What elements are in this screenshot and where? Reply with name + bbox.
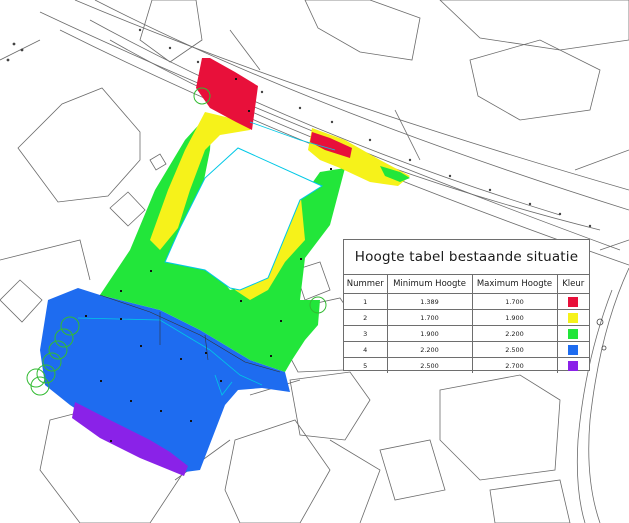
header-maximum-hoogte: Maximum Hoogte bbox=[471, 275, 558, 294]
row-nummer: 3 bbox=[344, 325, 388, 342]
header-nummer: Nummer bbox=[344, 275, 388, 294]
row-color bbox=[556, 293, 589, 310]
table-row: 3 1.900 2.200 bbox=[344, 325, 589, 342]
table-row: 4 2.200 2.500 bbox=[344, 341, 589, 358]
row-minimum: 1.700 bbox=[386, 309, 473, 326]
table-row: 5 2.500 2.700 bbox=[344, 357, 589, 373]
row-maximum: 2.200 bbox=[471, 325, 558, 342]
header-minimum-hoogte: Minimum Hoogte bbox=[386, 275, 473, 294]
header-kleur: Kleur bbox=[556, 275, 589, 294]
table-row: 1 1.389 1.700 bbox=[344, 293, 589, 310]
row-color bbox=[556, 309, 589, 326]
row-nummer: 4 bbox=[344, 341, 388, 358]
row-nummer: 1 bbox=[344, 293, 388, 310]
row-maximum: 1.700 bbox=[471, 293, 558, 310]
row-maximum: 1.900 bbox=[471, 309, 558, 326]
legend-title: Hoogte tabel bestaande situatie bbox=[344, 240, 589, 275]
row-minimum: 1.900 bbox=[386, 325, 473, 342]
color-swatch bbox=[568, 328, 579, 339]
row-minimum: 2.500 bbox=[386, 357, 473, 373]
row-minimum: 2.200 bbox=[386, 341, 473, 358]
table-row: 2 1.700 1.900 bbox=[344, 309, 589, 326]
color-swatch bbox=[568, 344, 579, 355]
color-swatch bbox=[568, 296, 579, 307]
row-maximum: 2.500 bbox=[471, 341, 558, 358]
color-swatch bbox=[568, 312, 579, 323]
color-swatch bbox=[568, 360, 579, 371]
row-minimum: 1.389 bbox=[386, 293, 473, 310]
row-color bbox=[556, 357, 589, 373]
height-legend: Hoogte tabel bestaande situatie Nummer M… bbox=[343, 239, 590, 373]
row-nummer: 5 bbox=[344, 357, 388, 373]
row-maximum: 2.700 bbox=[471, 357, 558, 373]
row-color bbox=[556, 325, 589, 342]
row-color bbox=[556, 341, 589, 358]
row-nummer: 2 bbox=[344, 309, 388, 326]
table-header-row: Nummer Minimum Hoogte Maximum Hoogte Kle… bbox=[344, 275, 589, 294]
height-table: Nummer Minimum Hoogte Maximum Hoogte Kle… bbox=[344, 275, 589, 373]
